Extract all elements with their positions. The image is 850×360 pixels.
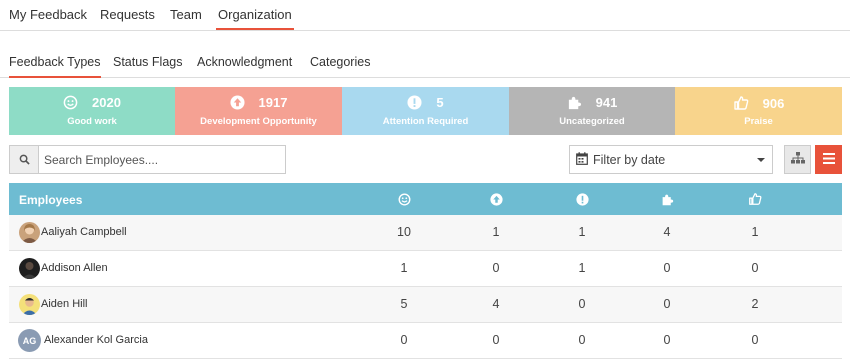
table-body: Aaliyah Campbell 10 1 1 4 1 Addison Alle… xyxy=(9,215,842,359)
search-input[interactable] xyxy=(39,146,285,173)
exclamation-circle-icon[interactable] xyxy=(567,183,597,215)
table-row[interactable]: AG Alexander Kol Garcia 0 0 0 0 0 xyxy=(9,323,842,359)
tab-my-feedback[interactable]: My Feedback xyxy=(9,7,87,28)
stat-value: 941 xyxy=(595,95,618,110)
date-filter-label: Filter by date xyxy=(593,152,666,167)
stat-label: Praise xyxy=(744,116,773,127)
sub-nav: Feedback Types Status Flags Acknowledgme… xyxy=(0,50,850,78)
tab-team[interactable]: Team xyxy=(170,7,202,28)
count-uncategorized: 4 xyxy=(663,225,671,239)
stat-value: 2020 xyxy=(92,95,121,110)
table-row[interactable]: Aaliyah Campbell 10 1 1 4 1 xyxy=(9,215,842,251)
employee-name: Alexander Kol Garcia xyxy=(44,334,148,346)
employee-name: Addison Allen xyxy=(41,262,108,274)
stat-card-development-opportunity[interactable]: 1917 Development Opportunity xyxy=(175,87,342,135)
employees-table: Employees Aaliyah Campbell 10 1 1 4 1 Ad… xyxy=(9,183,842,359)
smile-icon[interactable] xyxy=(389,183,419,215)
count-good-work: 10 xyxy=(397,225,411,239)
stat-card-attention-required[interactable]: 5 Attention Required xyxy=(342,87,509,135)
stat-value: 906 xyxy=(762,95,785,111)
thumbs-up-icon[interactable] xyxy=(740,183,770,215)
puzzle-icon[interactable] xyxy=(652,183,682,215)
count-attention-required: 0 xyxy=(578,297,586,311)
count-development-opportunity: 0 xyxy=(492,333,500,347)
org-chart-view-button[interactable] xyxy=(784,145,811,174)
arrow-up-circle-icon[interactable] xyxy=(481,183,511,215)
chevron-down-icon xyxy=(757,158,765,162)
stat-card-praise[interactable]: 906 Praise xyxy=(675,87,842,135)
count-praise: 0 xyxy=(751,333,759,347)
stat-label: Uncategorized xyxy=(559,116,625,127)
tab-status-flags[interactable]: Status Flags xyxy=(113,55,182,76)
top-nav: My Feedback Requests Team Organization xyxy=(0,0,850,31)
count-attention-required: 1 xyxy=(578,225,586,239)
sitemap-icon xyxy=(790,152,805,167)
search-icon xyxy=(10,146,39,173)
count-uncategorized: 0 xyxy=(663,297,671,311)
stat-label: Good work xyxy=(67,116,117,127)
employee-name: Aaliyah Campbell xyxy=(41,226,127,238)
puzzle-icon xyxy=(567,95,582,110)
tab-organization[interactable]: Organization xyxy=(216,7,294,30)
count-attention-required: 1 xyxy=(578,261,586,275)
arrow-up-circle-icon xyxy=(230,95,245,110)
count-uncategorized: 0 xyxy=(663,261,671,275)
count-praise: 0 xyxy=(751,261,759,275)
smile-icon xyxy=(63,95,78,110)
count-good-work: 5 xyxy=(400,297,408,311)
count-praise: 1 xyxy=(751,225,759,239)
count-attention-required: 0 xyxy=(578,333,586,347)
stat-label: Development Opportunity xyxy=(200,116,317,127)
avatar xyxy=(19,222,40,243)
stat-card-uncategorized[interactable]: 941 Uncategorized xyxy=(509,87,675,135)
tab-feedback-types[interactable]: Feedback Types xyxy=(9,55,101,78)
count-praise: 2 xyxy=(751,297,759,311)
avatar xyxy=(19,258,40,279)
stat-value: 1917 xyxy=(258,95,288,110)
avatar xyxy=(19,294,40,315)
exclamation-circle-icon xyxy=(407,95,422,110)
stat-value: 5 xyxy=(436,95,444,110)
count-development-opportunity: 4 xyxy=(492,297,500,311)
thumbs-up-icon xyxy=(733,95,749,111)
employee-search xyxy=(9,145,286,174)
count-good-work: 0 xyxy=(400,333,408,347)
list-icon xyxy=(822,152,835,167)
count-good-work: 1 xyxy=(400,261,408,275)
tab-acknowledgment[interactable]: Acknowledgment xyxy=(197,55,292,76)
stat-card-good-work[interactable]: 2020 Good work xyxy=(9,87,175,135)
table-row[interactable]: Addison Allen 1 0 1 0 0 xyxy=(9,251,842,287)
list-view-button[interactable] xyxy=(815,145,842,174)
stat-label: Attention Required xyxy=(382,116,469,127)
column-header-employees[interactable]: Employees xyxy=(19,193,82,207)
avatar: AG xyxy=(18,329,41,352)
date-filter-select[interactable]: Filter by date xyxy=(569,145,773,174)
count-development-opportunity: 1 xyxy=(492,225,500,239)
table-row[interactable]: Aiden Hill 5 4 0 0 2 xyxy=(9,287,842,323)
feedback-type-stats: 2020 Good work 1917 Development Opportun… xyxy=(9,87,842,135)
tab-categories[interactable]: Categories xyxy=(310,55,370,76)
table-header: Employees xyxy=(9,183,842,215)
count-uncategorized: 0 xyxy=(663,333,671,347)
count-development-opportunity: 0 xyxy=(492,261,500,275)
calendar-icon xyxy=(576,151,588,168)
tab-requests[interactable]: Requests xyxy=(100,7,155,28)
employee-name: Aiden Hill xyxy=(41,298,88,310)
